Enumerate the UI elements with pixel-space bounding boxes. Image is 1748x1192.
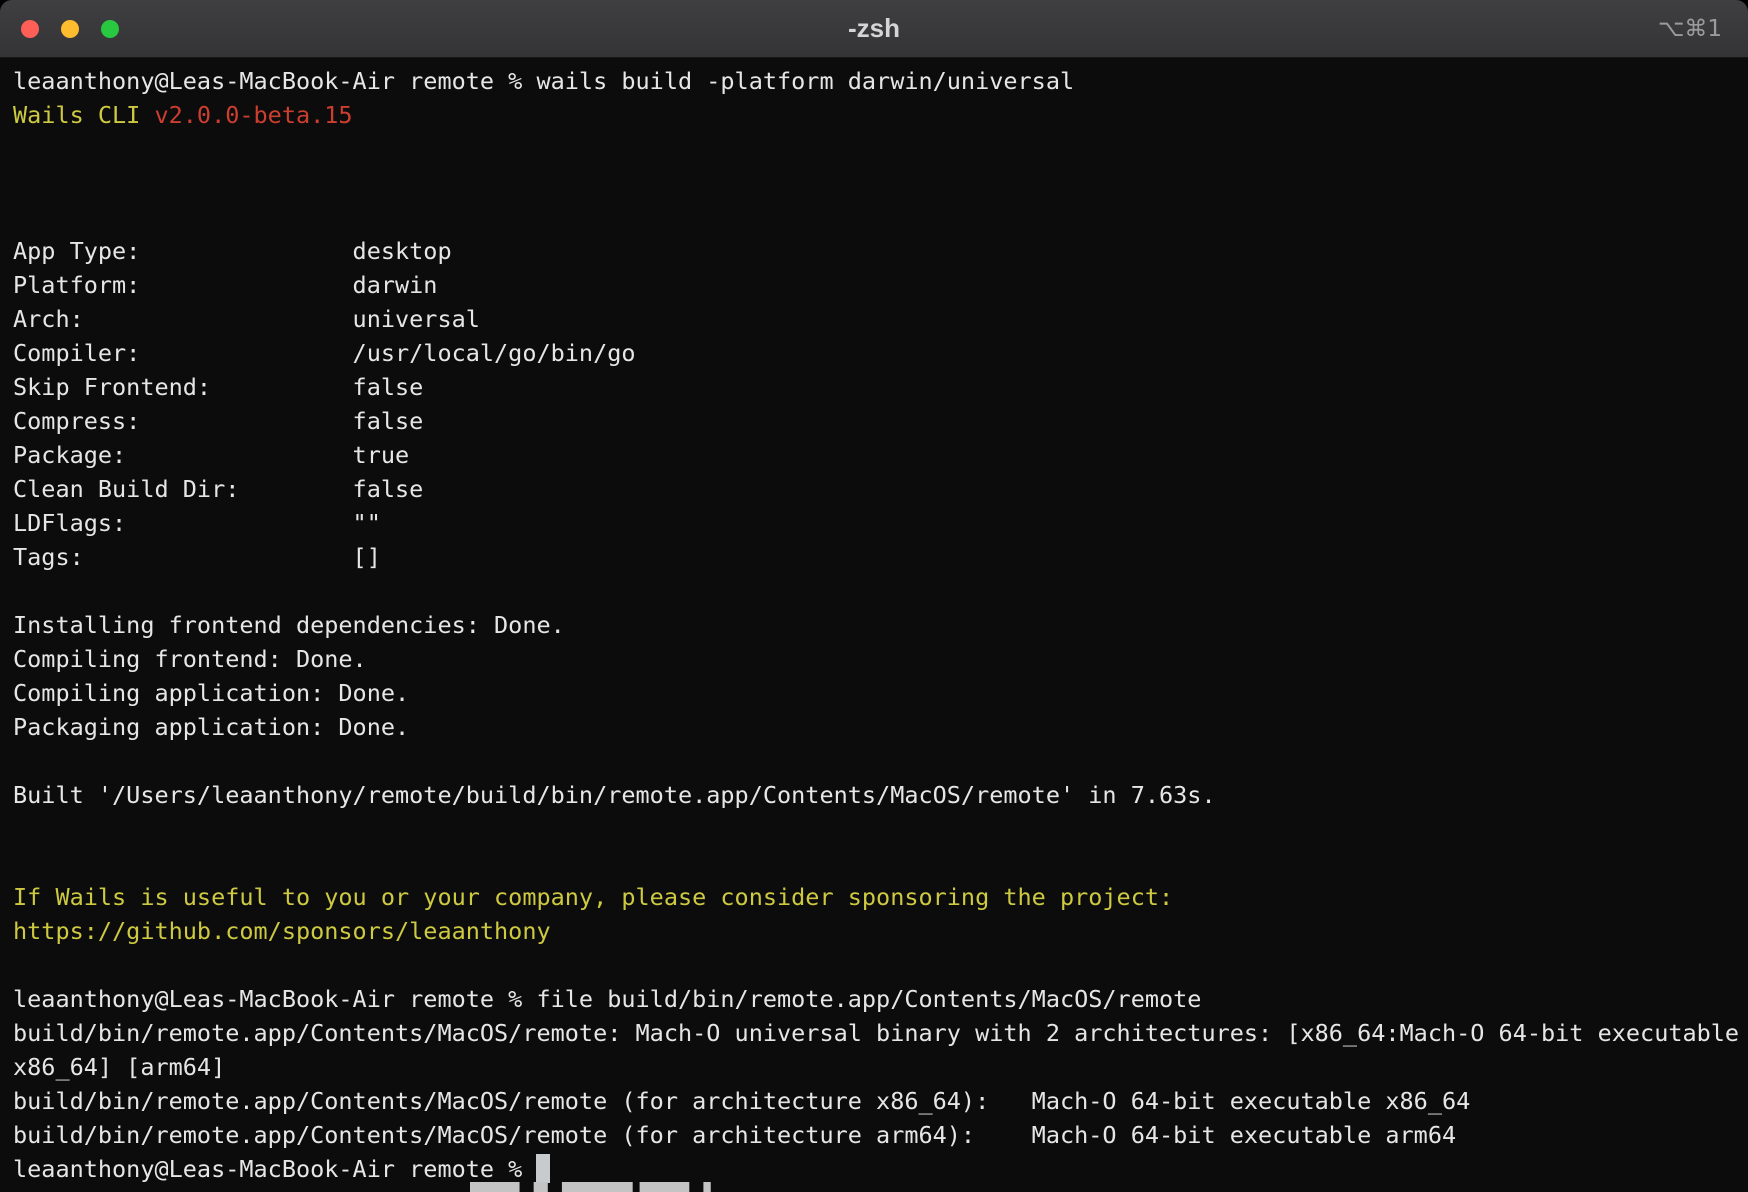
block-cursor xyxy=(536,1154,550,1183)
terminal-line: Compiler: /usr/local/go/bin/go xyxy=(13,336,1735,370)
terminal-line: Platform: darwin xyxy=(13,268,1735,302)
terminal-text: Compress: false xyxy=(13,407,423,435)
terminal-line xyxy=(13,166,1735,200)
terminal-line xyxy=(13,846,1735,880)
terminal-text: Platform: darwin xyxy=(13,271,437,299)
terminal-line: Installing frontend dependencies: Done. xyxy=(13,608,1735,642)
traffic-lights xyxy=(21,20,119,38)
terminal-text: Compiling frontend: Done. xyxy=(13,645,367,673)
terminal-line: Tags: [] xyxy=(13,540,1735,574)
terminal-text: LDFlags: "" xyxy=(13,509,381,537)
terminal-line: Arch: universal xyxy=(13,302,1735,336)
terminal-text: Installing frontend dependencies: Done. xyxy=(13,611,565,639)
terminal-line: Wails CLI v2.0.0-beta.15 xyxy=(13,98,1735,132)
terminal-line: x86_64] [arm64] xyxy=(13,1050,1735,1084)
terminal-text: leaanthony@Leas-MacBook-Air remote % fil… xyxy=(13,985,1201,1013)
clipped-line-artifact: ▛▀▜▌▞▚▐▛▜▀▛▌▀▜▛▚▞ xyxy=(470,1182,730,1192)
terminal-line: leaanthony@Leas-MacBook-Air remote % xyxy=(13,1152,1735,1186)
window-title: -zsh xyxy=(0,13,1748,44)
terminal-text: Packaging application: Done. xyxy=(13,713,409,741)
terminal-line: leaanthony@Leas-MacBook-Air remote % wai… xyxy=(13,64,1735,98)
terminal-text: leaanthony@Leas-MacBook-Air remote % xyxy=(13,1155,536,1183)
terminal-line: Clean Build Dir: false xyxy=(13,472,1735,506)
terminal-line: build/bin/remote.app/Contents/MacOS/remo… xyxy=(13,1118,1735,1152)
terminal-text: x86_64] [arm64] xyxy=(13,1053,225,1081)
terminal-line: build/bin/remote.app/Contents/MacOS/remo… xyxy=(13,1016,1735,1050)
terminal-line xyxy=(13,744,1735,778)
close-button[interactable] xyxy=(21,20,39,38)
terminal-text: v2.0.0-beta.15 xyxy=(154,101,352,129)
terminal-line: LDFlags: "" xyxy=(13,506,1735,540)
terminal-line xyxy=(13,200,1735,234)
terminal-line: Skip Frontend: false xyxy=(13,370,1735,404)
terminal-line: Packaging application: Done. xyxy=(13,710,1735,744)
terminal-line xyxy=(13,948,1735,982)
terminal-text: If Wails is useful to you or your compan… xyxy=(13,883,1173,911)
zoom-button[interactable] xyxy=(101,20,119,38)
terminal-line: Compiling application: Done. xyxy=(13,676,1735,710)
clipped-line-text: ▛▀▜▌▞▚▐▛▜▀▛▌▀▜▛▚▞ xyxy=(470,1182,711,1192)
terminal-line: Compiling frontend: Done. xyxy=(13,642,1735,676)
terminal-text: leaanthony@Leas-MacBook-Air remote % wai… xyxy=(13,67,1074,95)
terminal-text: Wails CLI xyxy=(13,101,154,129)
terminal-line: Built '/Users/leaanthony/remote/build/bi… xyxy=(13,778,1735,812)
tab-shortcut-badge: ⌥⌘1 xyxy=(1658,16,1722,42)
terminal-line: Package: true xyxy=(13,438,1735,472)
terminal-text: Compiling application: Done. xyxy=(13,679,409,707)
terminal-text: Package: true xyxy=(13,441,409,469)
terminal-text: App Type: desktop xyxy=(13,237,452,265)
terminal-line: Compress: false xyxy=(13,404,1735,438)
terminal-line: build/bin/remote.app/Contents/MacOS/remo… xyxy=(13,1084,1735,1118)
terminal-text: Clean Build Dir: false xyxy=(13,475,423,503)
terminal-text: Compiler: /usr/local/go/bin/go xyxy=(13,339,636,367)
terminal-line xyxy=(13,574,1735,608)
minimize-button[interactable] xyxy=(61,20,79,38)
terminal-line: App Type: desktop xyxy=(13,234,1735,268)
terminal-line: https://github.com/sponsors/leaanthony xyxy=(13,914,1735,948)
terminal-line xyxy=(13,132,1735,166)
terminal-text: build/bin/remote.app/Contents/MacOS/remo… xyxy=(13,1087,1470,1115)
terminal-text: Skip Frontend: false xyxy=(13,373,423,401)
terminal-text: build/bin/remote.app/Contents/MacOS/remo… xyxy=(13,1019,1739,1047)
terminal-text: Tags: [] xyxy=(13,543,381,571)
terminal-screen[interactable]: leaanthony@Leas-MacBook-Air remote % wai… xyxy=(0,58,1748,1192)
terminal-line xyxy=(13,812,1735,846)
terminal-text: Built '/Users/leaanthony/remote/build/bi… xyxy=(13,781,1216,809)
terminal-line: leaanthony@Leas-MacBook-Air remote % fil… xyxy=(13,982,1735,1016)
terminal-window: -zsh ⌥⌘1 leaanthony@Leas-MacBook-Air rem… xyxy=(0,0,1748,1192)
titlebar[interactable]: -zsh ⌥⌘1 xyxy=(0,0,1748,58)
terminal-line: If Wails is useful to you or your compan… xyxy=(13,880,1735,914)
sponsor-url[interactable]: https://github.com/sponsors/leaanthony xyxy=(13,917,551,945)
terminal-text: Arch: universal xyxy=(13,305,480,333)
terminal-text: build/bin/remote.app/Contents/MacOS/remo… xyxy=(13,1121,1456,1149)
